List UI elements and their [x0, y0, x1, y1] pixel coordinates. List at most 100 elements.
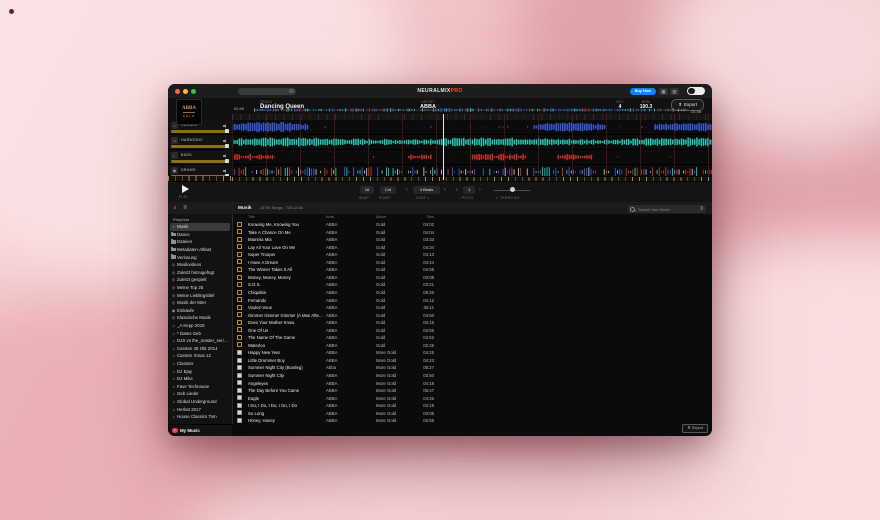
column-album[interactable]: Album — [376, 215, 386, 219]
cut-button[interactable]: Cut — [380, 186, 396, 194]
sidebar-item[interactable]: ◎ Zuletzt hinzugefügt — [170, 269, 230, 277]
pitch-down-icon[interactable]: ‹ — [456, 186, 458, 194]
mute-speaker-icon[interactable] — [223, 154, 228, 158]
bass-icon[interactable]: ♩ — [171, 152, 178, 159]
song-row[interactable]: Honey, Honey ABBA More Gold 02:55 — [234, 417, 712, 425]
sidebar-item[interactable]: ♫ DJS vs the_master_series_pa... — [170, 337, 230, 345]
mute-speaker-icon[interactable] — [223, 139, 228, 143]
mute-speaker-icon[interactable] — [223, 124, 228, 128]
mute-speaker-icon[interactable] — [223, 169, 228, 173]
song-row[interactable]: Eagle ABBA More Gold 04:26 — [234, 394, 712, 402]
song-row[interactable]: The Winner Takes It All ABBA Gold 04:55 — [234, 266, 712, 274]
song-row[interactable]: The Name Of The Game ABBA Gold 04:52 — [234, 334, 712, 342]
song-row[interactable]: Summer Night City (Bootleg) Abba More Go… — [234, 364, 712, 372]
loop-length-button[interactable]: 4 Beats — [413, 186, 440, 194]
sidebar-item[interactable]: ◎ Musikvideos — [170, 261, 230, 269]
smart-playlist-icon: ◎ — [170, 261, 177, 268]
column-title[interactable]: Title — [248, 215, 255, 219]
sidebar-item[interactable]: ♫ House Classics Tom — [170, 413, 230, 421]
song-row[interactable]: I Have A Dream ABBA Gold 04:44 — [234, 258, 712, 266]
song-row[interactable]: Angeleyes ABBA More Gold 04:18 — [234, 379, 712, 387]
sidebar-item[interactable]: ◎ Meine Top 25 — [170, 284, 230, 292]
song-row[interactable]: S.O.S. ABBA Gold 03:21 — [234, 281, 712, 289]
sidebar-item[interactable]: ♫ DJ Mike — [170, 375, 230, 383]
history-icon[interactable]: ≣ — [183, 205, 187, 211]
smart-playlist-icon: ◎ — [170, 269, 177, 276]
column-artist[interactable]: Artist — [326, 215, 334, 219]
my-music-footer[interactable]: ♪ My Music — [168, 424, 232, 436]
column-time[interactable]: Time — [412, 215, 434, 219]
stem-waveform[interactable] — [232, 120, 712, 134]
pitch-value[interactable]: -1 — [463, 186, 475, 194]
song-time: 04:52 — [412, 335, 434, 340]
song-row[interactable]: Voulez-Vous ABBA Gold 05:11 — [234, 304, 712, 312]
grid-view-icon[interactable]: ▦ — [659, 88, 668, 95]
tempo-slider-knob[interactable] — [510, 187, 515, 192]
song-row[interactable]: One Of Us ABBA Gold 03:55 — [234, 326, 712, 334]
sidebar-item[interactable]: ♫ DJ Ejay — [170, 367, 230, 375]
sidebar-item[interactable]: ♫ * Dates Geb — [170, 329, 230, 337]
stem-waveform[interactable] — [232, 135, 712, 149]
sidebar-item[interactable]: ◉ Einkäufe — [170, 307, 230, 315]
drum-icon[interactable]: ◉ — [171, 167, 178, 174]
loop-decrease-icon[interactable]: ‹ — [406, 186, 408, 194]
song-row[interactable]: So Long ABBA More Gold 03:05 — [234, 409, 712, 417]
sidebar-item[interactable]: Dateien — [170, 238, 230, 246]
song-row[interactable]: Fernando ABBA Gold 04:12 — [234, 296, 712, 304]
sidebar-item[interactable]: ◎ Musik der 80er — [170, 299, 230, 307]
sidebar-item[interactable]: ♫ Geb Lieder — [170, 390, 230, 398]
song-row[interactable]: Summer Night City ABBA More Gold 03:50 — [234, 371, 712, 379]
sidebar-item[interactable]: ◎ Zuletzt gespielt — [170, 276, 230, 284]
sidebar-item[interactable]: ♫ Herbst 2017 — [170, 405, 230, 413]
sidebar-item[interactable]: ♫ Carsten Xmas 12 — [170, 352, 230, 360]
channel-volume-slider[interactable] — [171, 145, 228, 148]
sidebar-item[interactable]: ♪ Musik — [170, 223, 230, 231]
song-artist: ABBA — [326, 396, 337, 401]
song-row[interactable]: The Day Before You Came ABBA More Gold 0… — [234, 387, 712, 395]
song-row[interactable]: Gimme! Gimme! Gimme! (A Man After Midnig… — [234, 311, 712, 319]
channel-volume-slider[interactable] — [171, 130, 228, 133]
song-row[interactable]: Take A Chance On Me ABBA Gold 04:04 — [234, 228, 712, 236]
columns-view-icon[interactable]: ▥ — [670, 88, 679, 95]
sidebar-item[interactable]: ♫ Global Underground — [170, 398, 230, 406]
sidebar-item[interactable]: Verlosung — [170, 253, 230, 261]
song-title: Take A Chance On Me — [248, 230, 291, 235]
search-input[interactable] — [636, 205, 698, 215]
snap-button[interactable]: 16 — [360, 186, 374, 194]
buy-now-button[interactable]: Buy Now — [630, 88, 656, 95]
sidebar-item[interactable]: ♫ Carsten 36 Okt 2014 — [170, 345, 230, 353]
song-row[interactable]: Chiquitita ABBA Gold 05:26 — [234, 288, 712, 296]
sidebar-item[interactable]: ◎ Klassische Musik — [170, 314, 230, 322]
note-icon[interactable]: ♫ — [171, 137, 178, 144]
song-row[interactable]: Happy New Year ABBA More Gold 04:25 — [234, 349, 712, 357]
loop-increase-icon[interactable]: › — [444, 186, 446, 194]
song-row[interactable]: Lay All Your Love On Me ABBA Gold 04:34 — [234, 243, 712, 251]
song-row[interactable]: Waterloo ABBA Gold 02:45 — [234, 341, 712, 349]
overview-waveform[interactable] — [254, 108, 688, 112]
stems-library-icon[interactable]: ♬ — [173, 205, 178, 211]
stem-waveform[interactable] — [232, 150, 712, 164]
sidebar-item[interactable]: ♫ Classics — [170, 360, 230, 368]
export-chip[interactable]: ⬆Export — [682, 424, 708, 433]
search-box[interactable]: ≣ — [628, 205, 706, 213]
sidebar-item[interactable]: Dance — [170, 231, 230, 239]
channel-volume-slider[interactable] — [171, 160, 228, 163]
appearance-toggle[interactable] — [687, 87, 705, 95]
song-row[interactable]: I Do, I Do, I Do, I Do, I Do ABBA More G… — [234, 402, 712, 410]
filter-icon[interactable]: ≣ — [700, 206, 703, 211]
song-artist: ABBA — [326, 403, 337, 408]
song-time: 02:45 — [412, 343, 434, 348]
song-row[interactable]: Knowing Me, Knowing You ABBA Gold 04:02 — [234, 221, 712, 229]
song-row[interactable]: Does Your Mother Know ABBA Gold 03:15 — [234, 319, 712, 327]
sidebar-item[interactable]: ◎ Meine Lieblingstitel — [170, 291, 230, 299]
song-row[interactable]: Super Trouper ABBA Gold 04:13 — [234, 251, 712, 259]
song-row[interactable]: Mamma Mia ABBA Gold 03:33 — [234, 236, 712, 244]
sidebar-item[interactable]: Metadaten-Altlast — [170, 246, 230, 254]
play-button[interactable] — [182, 185, 189, 193]
titlebar[interactable]: NEURALMIXPRO Buy Now ▦ ▥ — [168, 84, 712, 99]
sidebar-item[interactable]: ♫ Fave Technouse — [170, 382, 230, 390]
pitch-up-icon[interactable]: › — [479, 186, 481, 194]
song-row[interactable]: Money, Money, Money ABBA Gold 03:08 — [234, 273, 712, 281]
song-row[interactable]: Little Drummer Boy ABBA More Gold 04:23 — [234, 356, 712, 364]
sidebar-item[interactable]: ♫ _A Kepp 2018 — [170, 322, 230, 330]
